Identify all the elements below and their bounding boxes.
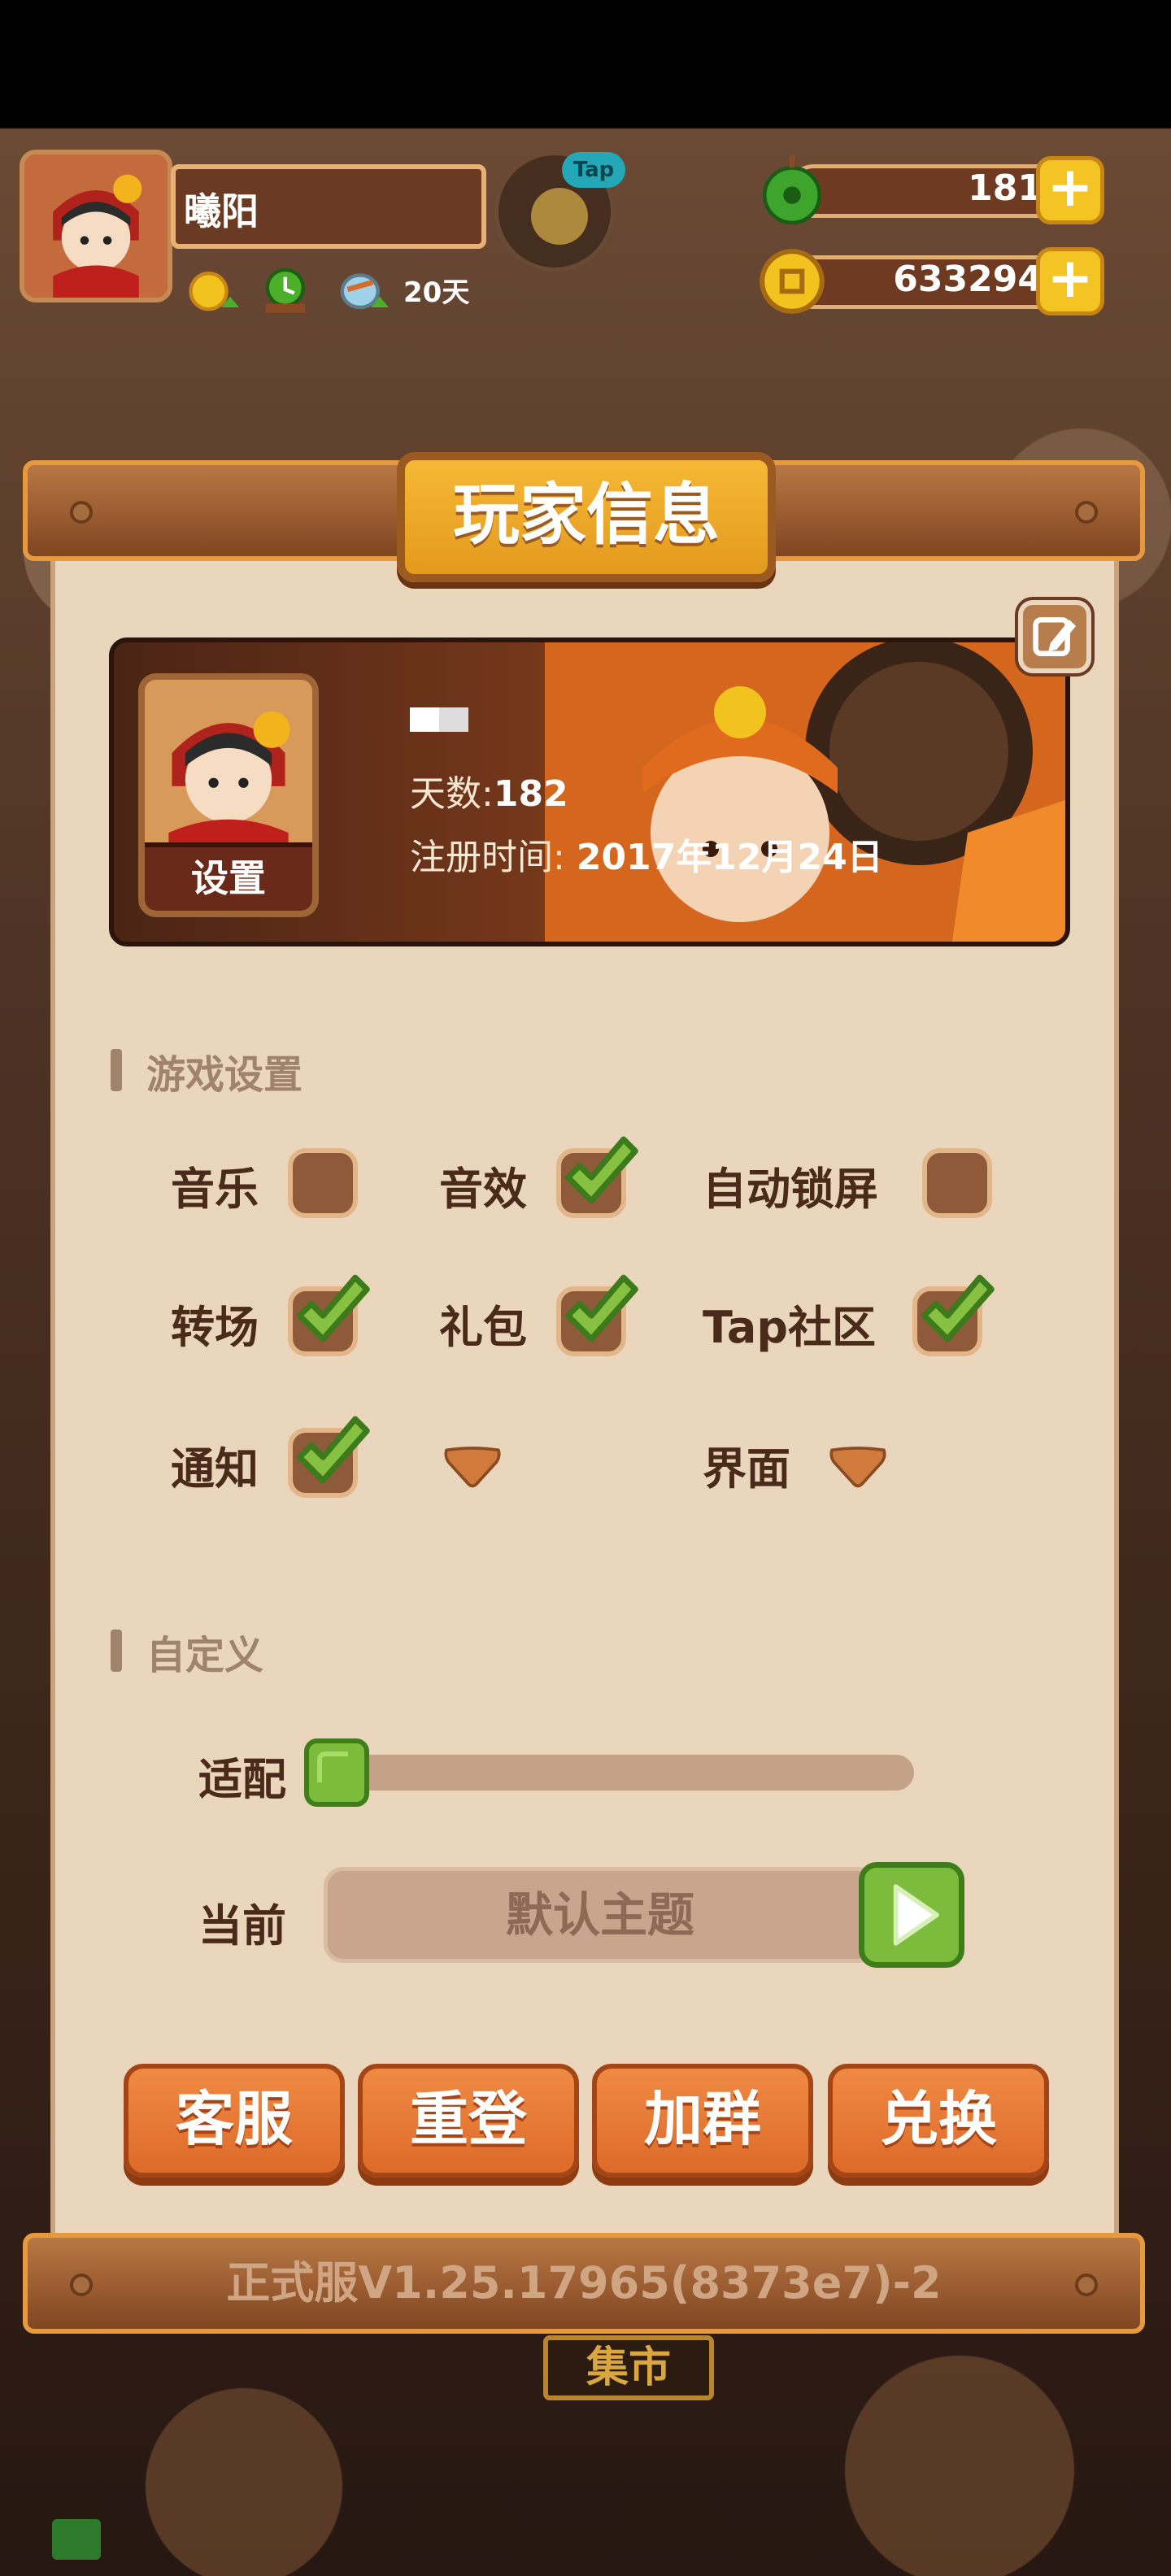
nail [70, 501, 93, 524]
join-group-label: 加群 [643, 2085, 761, 2153]
join-group-button[interactable]: 加群 [592, 2064, 813, 2178]
coin-currency: 633294 + [755, 247, 1104, 315]
jade-icon [762, 155, 822, 225]
days-value: 182 [493, 773, 568, 815]
auto-lock-label: 自动锁屏 [703, 1164, 878, 1215]
transition-checkbox[interactable] [288, 1274, 370, 1356]
tap-badge: Tap [562, 152, 625, 188]
sound-effects-checkbox[interactable] [556, 1136, 638, 1218]
relogin-label: 重登 [409, 2085, 527, 2153]
register-line: 注册时间: 2017年12月24日 [410, 828, 883, 880]
jade-currency: 181 + [755, 155, 1104, 225]
tap-community-label: Tap社区 [703, 1302, 876, 1353]
customer-service-button[interactable]: 客服 [124, 2064, 345, 2178]
version-text: 正式服V1.25.17965(8373e7)-2 [226, 2257, 942, 2308]
check-icon [564, 1274, 638, 1342]
fit-label: 适配 [198, 1754, 286, 1805]
hourglass-boost-icon [335, 263, 389, 316]
player-avatar[interactable] [20, 150, 172, 302]
days-line: 天数:182 [410, 764, 568, 816]
clock-boost-icon [260, 263, 314, 316]
bottom-indicator [52, 2519, 101, 2560]
add-coin-button[interactable]: + [1036, 247, 1104, 315]
chevron-down-icon [444, 1447, 501, 1488]
coin-icon [760, 249, 825, 314]
theme-selector[interactable]: 默认主题 [324, 1867, 877, 1963]
coin-amount: 633294 [893, 259, 1043, 300]
interface-dropdown[interactable] [828, 1444, 888, 1488]
sound-effects-label: 音效 [439, 1164, 527, 1215]
auto-lock-checkbox[interactable] [922, 1148, 992, 1218]
current-label: 当前 [198, 1900, 286, 1952]
player-name-box: 曦阳 [171, 164, 486, 249]
tap-community-button[interactable]: Tap [494, 151, 625, 272]
play-icon [893, 1884, 939, 1946]
edit-icon [1033, 616, 1076, 657]
music-checkbox[interactable] [288, 1148, 358, 1218]
chevron-down-icon [829, 1447, 886, 1488]
theme-value: 默认主题 [505, 1887, 694, 1943]
panel-title: 玩家信息 [452, 476, 720, 554]
buff-row: 20天 [185, 259, 469, 320]
edit-profile-button[interactable] [1018, 600, 1091, 673]
check-icon [296, 1274, 370, 1342]
check-icon [296, 1416, 370, 1484]
chick-icon [531, 188, 588, 245]
gift-pack-label: 礼包 [439, 1302, 527, 1353]
coin-boost-icon [185, 263, 239, 316]
check-icon [921, 1274, 995, 1342]
market-sign: 集市 [543, 2335, 714, 2400]
add-jade-button[interactable]: + [1036, 156, 1104, 224]
panel-title-badge: 玩家信息 [397, 452, 776, 582]
profile-avatar-icon [145, 680, 312, 846]
customer-service-label: 客服 [175, 2085, 293, 2153]
player-name: 曦阳 [184, 189, 259, 233]
check-icon [564, 1136, 638, 1204]
notification-checkbox[interactable] [288, 1416, 370, 1498]
profile-avatar[interactable]: 设置 [138, 673, 319, 917]
dropdown-arrow-icon[interactable] [442, 1444, 503, 1488]
nail [1075, 501, 1098, 524]
player-avatar-icon [24, 154, 168, 298]
avatar-settings-button[interactable]: 设置 [145, 842, 312, 911]
game-settings-title: 游戏设置 [111, 1042, 303, 1099]
days-label: 天数: [410, 773, 494, 815]
panel-bottom-plank: 正式服V1.25.17965(8373e7)-2 [23, 2233, 1145, 2334]
player-name-redacted [410, 707, 468, 732]
fit-slider-handle[interactable] [304, 1738, 369, 1807]
register-label: 注册时间: [410, 837, 565, 878]
redeem-label: 兑换 [879, 2085, 997, 2153]
theme-next-button[interactable] [859, 1862, 964, 1968]
interface-label: 界面 [703, 1443, 790, 1495]
relogin-button[interactable]: 重登 [358, 2064, 579, 2178]
jade-amount: 181 [968, 168, 1043, 209]
register-value: 2017年12月24日 [576, 837, 883, 878]
gift-pack-checkbox[interactable] [556, 1274, 638, 1356]
card-background-art [545, 642, 1065, 942]
fit-slider-track[interactable] [309, 1755, 914, 1791]
custom-section-title: 自定义 [111, 1623, 263, 1680]
profile-card: 设置 天数:182 注册时间: 2017年12月24日 [109, 637, 1070, 946]
transition-label: 转场 [171, 1302, 259, 1353]
tap-community-checkbox[interactable] [912, 1274, 995, 1356]
music-label: 音乐 [171, 1164, 259, 1215]
buff-days: 20天 [403, 276, 470, 309]
redeem-button[interactable]: 兑换 [828, 2064, 1049, 2178]
notification-label: 通知 [171, 1443, 259, 1495]
